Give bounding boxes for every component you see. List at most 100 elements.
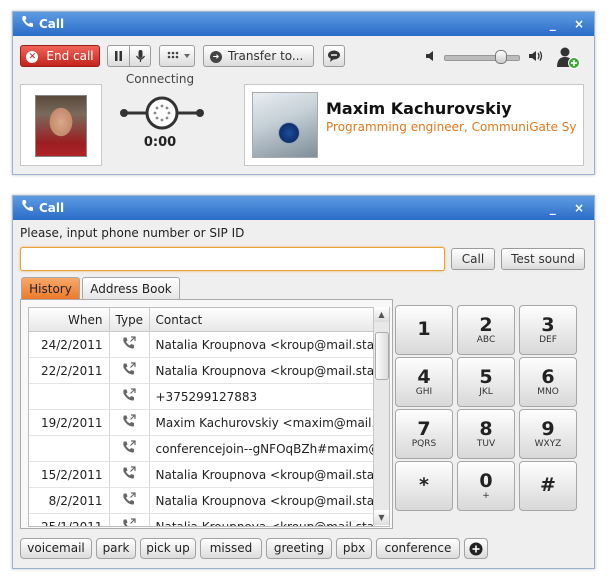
table-row[interactable]: conferencejoin--gNFOqBZh#maxim@m bbox=[29, 435, 375, 462]
dialpad-icon bbox=[167, 51, 190, 59]
table-row[interactable]: 8/2/2011 Natalia Kroupnova <kroup@mail.st… bbox=[29, 487, 375, 514]
table-row[interactable]: 22/2/2011 Natalia Kroupnova <kroup@mail.s… bbox=[29, 357, 375, 384]
table-header: When Type Contact bbox=[29, 308, 375, 332]
microphone-icon bbox=[136, 50, 145, 62]
add-user-icon[interactable] bbox=[555, 45, 583, 74]
keypad-key[interactable]: 5 JKL bbox=[457, 357, 515, 407]
connecting-indicator bbox=[120, 96, 204, 130]
key-digit: 1 bbox=[417, 318, 431, 340]
table-row[interactable]: +375299127883 bbox=[29, 383, 375, 410]
input-prompt: Please, input phone number or SIP ID bbox=[20, 226, 245, 240]
table-row[interactable]: 25/1/2011 Natalia Kroupnova <kroup@mail.s… bbox=[29, 513, 375, 526]
phone-call-icon bbox=[122, 362, 136, 379]
shortcut-voicemail[interactable]: voicemail bbox=[20, 538, 92, 559]
cell-type bbox=[109, 383, 150, 410]
scrollbar-thumb[interactable] bbox=[375, 332, 389, 380]
column-header-when[interactable]: When bbox=[29, 308, 110, 332]
dialer-window-titlebar[interactable]: Call _ × bbox=[13, 196, 594, 220]
keypad-key[interactable]: 8 TUV bbox=[457, 409, 515, 459]
keypad-key[interactable]: * bbox=[395, 461, 453, 511]
phone-call-icon bbox=[122, 414, 136, 431]
scroll-up-arrow[interactable]: ▲ bbox=[374, 307, 389, 322]
volume-slider[interactable] bbox=[444, 55, 520, 61]
keypad-key[interactable]: 7 PQRS bbox=[395, 409, 453, 459]
cell-contact: Natalia Kroupnova <kroup@mail.stalker bbox=[149, 487, 375, 514]
cell-when bbox=[29, 383, 110, 410]
speaker-low-icon bbox=[424, 48, 438, 67]
shortcut-pick-up[interactable]: pick up bbox=[140, 538, 196, 559]
contact-name: Maxim Kachurovskiy bbox=[326, 99, 512, 118]
cell-when: 19/2/2011 bbox=[29, 409, 110, 436]
key-digit: 3 bbox=[541, 314, 555, 336]
key-digit: 8 bbox=[479, 418, 493, 440]
chat-button[interactable] bbox=[323, 45, 345, 67]
tab-address-book[interactable]: Address Book bbox=[82, 277, 180, 299]
phone-call-icon bbox=[122, 440, 136, 457]
cell-when: 8/2/2011 bbox=[29, 487, 110, 514]
keypad-key[interactable]: 6 MNO bbox=[519, 357, 577, 407]
shortcut-missed[interactable]: missed bbox=[200, 538, 262, 559]
cell-contact: Natalia Kroupnova <kroup@mail.stalker bbox=[149, 331, 375, 358]
table-row[interactable]: 24/2/2011 Natalia Kroupnova <kroup@mail.s… bbox=[29, 331, 375, 358]
keypad-key[interactable]: 3 DEF bbox=[519, 305, 577, 355]
keypad-key[interactable]: 4 GHI bbox=[395, 357, 453, 407]
history-table: When Type Contact 24/2/2011 Natalia Kroup… bbox=[28, 307, 390, 527]
shortcut-greeting[interactable]: greeting bbox=[266, 538, 332, 559]
cell-when: 24/2/2011 bbox=[29, 331, 110, 358]
column-header-type[interactable]: Type bbox=[109, 308, 150, 332]
dialpad-button[interactable] bbox=[159, 45, 195, 67]
keypad-key[interactable]: 9 WXYZ bbox=[519, 409, 577, 459]
call-window-titlebar[interactable]: Call _ × bbox=[13, 12, 594, 36]
minimize-button[interactable]: _ bbox=[550, 196, 556, 220]
minimize-button[interactable]: _ bbox=[550, 12, 556, 36]
pause-button[interactable] bbox=[108, 46, 130, 66]
phone-call-icon bbox=[122, 388, 136, 405]
call-button[interactable]: Call bbox=[451, 248, 495, 270]
keypad-key[interactable]: # bbox=[519, 461, 577, 511]
cell-when: 15/2/2011 bbox=[29, 461, 110, 488]
phone-number-input[interactable] bbox=[20, 247, 445, 271]
cell-type bbox=[109, 513, 150, 526]
avatar bbox=[35, 95, 87, 157]
column-header-contact[interactable]: Contact bbox=[149, 308, 375, 332]
transfer-button[interactable]: ➜ Transfer to... bbox=[203, 45, 314, 67]
cell-contact: Maxim Kachurovskiy <maxim@mail.m bbox=[149, 409, 375, 436]
key-digit: 6 bbox=[541, 366, 555, 388]
shortcut-pbx[interactable]: pbx bbox=[336, 538, 372, 559]
speaker-high-icon[interactable] bbox=[528, 48, 544, 67]
key-digit: # bbox=[540, 474, 556, 496]
test-sound-button[interactable]: Test sound bbox=[501, 248, 585, 270]
pause-icon bbox=[115, 51, 122, 61]
key-digit: 2 bbox=[479, 314, 493, 336]
keypad-key[interactable]: 2 ABC bbox=[457, 305, 515, 355]
table-row[interactable]: 15/2/2011 Natalia Kroupnova <kroup@mail.s… bbox=[29, 461, 375, 488]
key-letters: TUV bbox=[476, 439, 496, 449]
dial-keypad: 1 2 ABC 3 DEF 4 GHI 5 JKL 6 MNO 7 PQRS 8 TUV 9 WXYZ * 0 + # bbox=[395, 305, 581, 515]
tab-history[interactable]: History bbox=[21, 277, 80, 299]
end-call-label: End call bbox=[46, 49, 94, 63]
close-button[interactable]: × bbox=[574, 196, 584, 220]
volume-slider-handle[interactable] bbox=[495, 50, 507, 64]
cell-contact: Natalia Kroupnova <kroup@mail.stalker bbox=[149, 513, 375, 526]
key-letters: PQRS bbox=[411, 439, 437, 449]
cell-type bbox=[109, 357, 150, 384]
mute-button[interactable] bbox=[130, 46, 151, 66]
chat-bubble-icon bbox=[328, 50, 340, 62]
cell-type bbox=[109, 461, 150, 488]
contact-title: Programming engineer, CommuniGate Sy... bbox=[326, 120, 576, 134]
cell-type bbox=[109, 331, 150, 358]
window-title: Call bbox=[39, 201, 65, 215]
table-row[interactable]: 19/2/2011 Maxim Kachurovskiy <maxim@mail.… bbox=[29, 409, 375, 436]
phone-call-icon bbox=[122, 492, 136, 509]
add-shortcut-button[interactable] bbox=[464, 538, 488, 559]
key-letters: MNO bbox=[537, 387, 559, 397]
shortcut-park[interactable]: park bbox=[96, 538, 136, 559]
close-button[interactable]: × bbox=[574, 12, 584, 36]
scroll-down-arrow[interactable]: ▼ bbox=[374, 510, 389, 525]
history-scrollbar[interactable]: ▲ ▼ bbox=[373, 307, 389, 525]
end-call-button[interactable]: ✕ End call bbox=[20, 45, 100, 67]
window-title: Call bbox=[39, 17, 65, 31]
keypad-key[interactable]: 0 + bbox=[457, 461, 515, 511]
shortcut-conference[interactable]: conference bbox=[376, 538, 460, 559]
keypad-key[interactable]: 1 bbox=[395, 305, 453, 355]
